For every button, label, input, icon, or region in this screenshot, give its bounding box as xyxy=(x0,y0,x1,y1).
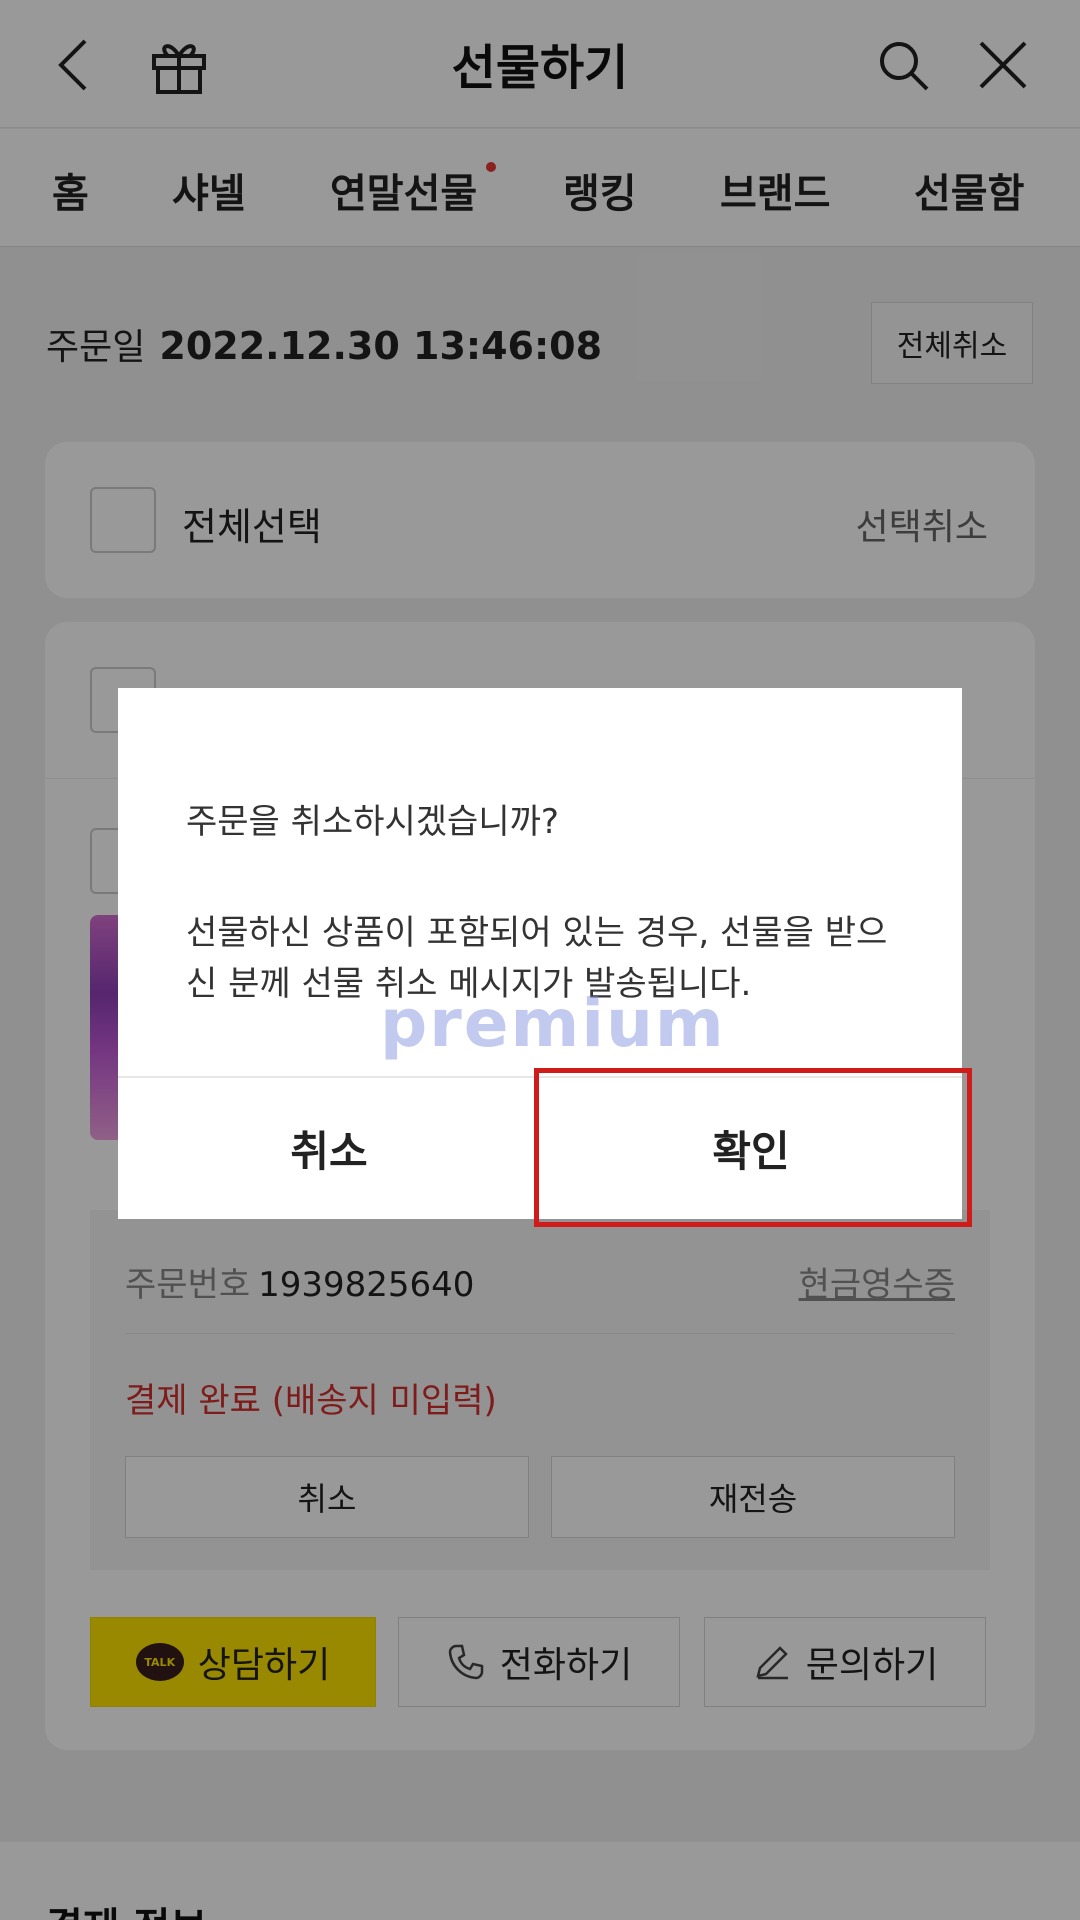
dialog-question: 주문을 취소하시겠습니까? xyxy=(186,802,559,842)
dialog-cancel-button[interactable]: 취소 xyxy=(118,1078,540,1219)
confirm-highlight-box xyxy=(534,1068,972,1227)
premium-watermark: premium xyxy=(380,985,726,1062)
